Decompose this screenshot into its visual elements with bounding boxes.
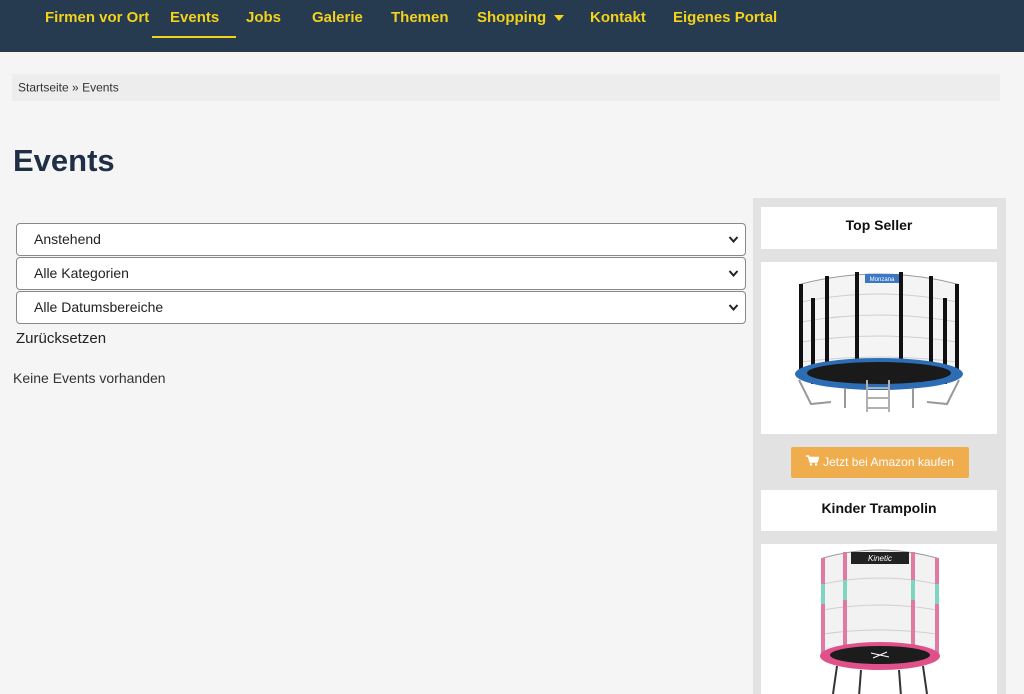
kinder-trampolin-box: Kinder Trampolin (761, 490, 997, 531)
trampoline-brand-label: Monzana (870, 277, 895, 283)
nav-item-events[interactable]: Events (151, 9, 237, 38)
reset-filters-link[interactable]: Zurücksetzen (16, 330, 106, 347)
status-select-value: Anstehend (34, 231, 101, 247)
trampoline-image: Monzana (795, 272, 963, 412)
breadcrumb: Startseite » Events (12, 74, 1000, 101)
breadcrumb-separator: » (72, 80, 79, 95)
breadcrumb-home-link[interactable]: Startseite (18, 80, 69, 94)
page-title: Events (13, 143, 115, 178)
top-seller-heading[interactable]: Top Seller (761, 207, 997, 234)
amazon-buy-button[interactable]: Jetzt bei Amazon kaufen (791, 447, 969, 478)
kinder-trampoline-image: Kinetic (820, 549, 940, 694)
date-range-select[interactable]: Alle Datumsbereiche (16, 291, 746, 324)
date-range-select-value: Alle Datumsbereiche (34, 299, 164, 315)
caret-down-icon (554, 15, 565, 22)
nav-item-kontakt[interactable]: Kontakt (590, 9, 646, 27)
top-navigation: Firmen vor Ort Events Jobs Galerie Theme… (0, 0, 1024, 52)
category-select[interactable]: Alle Kategorien (16, 257, 746, 290)
nav-item-shopping[interactable]: Shopping (477, 9, 565, 27)
chevron-down-icon (728, 292, 739, 336)
breadcrumb-current: Events (82, 80, 119, 95)
kinder-trampoline-brand-label: Kinetic (868, 554, 892, 563)
nav-item-shopping-label: Shopping (477, 9, 547, 26)
category-select-value: Alle Kategorien (34, 265, 129, 281)
product-image-kinder-trampoline[interactable]: Kinetic (761, 544, 997, 694)
nav-item-jobs[interactable]: Jobs (246, 9, 281, 27)
amazon-buy-button-label: Jetzt bei Amazon kaufen (823, 455, 954, 469)
status-select[interactable]: Anstehend (16, 223, 746, 256)
nav-item-eigenes-portal[interactable]: Eigenes Portal (673, 9, 777, 27)
nav-item-themen[interactable]: Themen (391, 9, 449, 27)
nav-item-galerie[interactable]: Galerie (312, 9, 363, 27)
sidebar: Top Seller Monzana Jetzt bei Amazon kauf… (753, 198, 1006, 694)
kinder-trampolin-heading[interactable]: Kinder Trampolin (761, 490, 997, 517)
product-image-trampoline[interactable]: Monzana (761, 262, 997, 434)
empty-events-message: Keine Events vorhanden (13, 370, 166, 386)
top-seller-box: Top Seller (761, 207, 997, 249)
nav-item-firmen[interactable]: Firmen vor Ort (45, 9, 149, 27)
shopping-cart-icon (806, 447, 820, 478)
